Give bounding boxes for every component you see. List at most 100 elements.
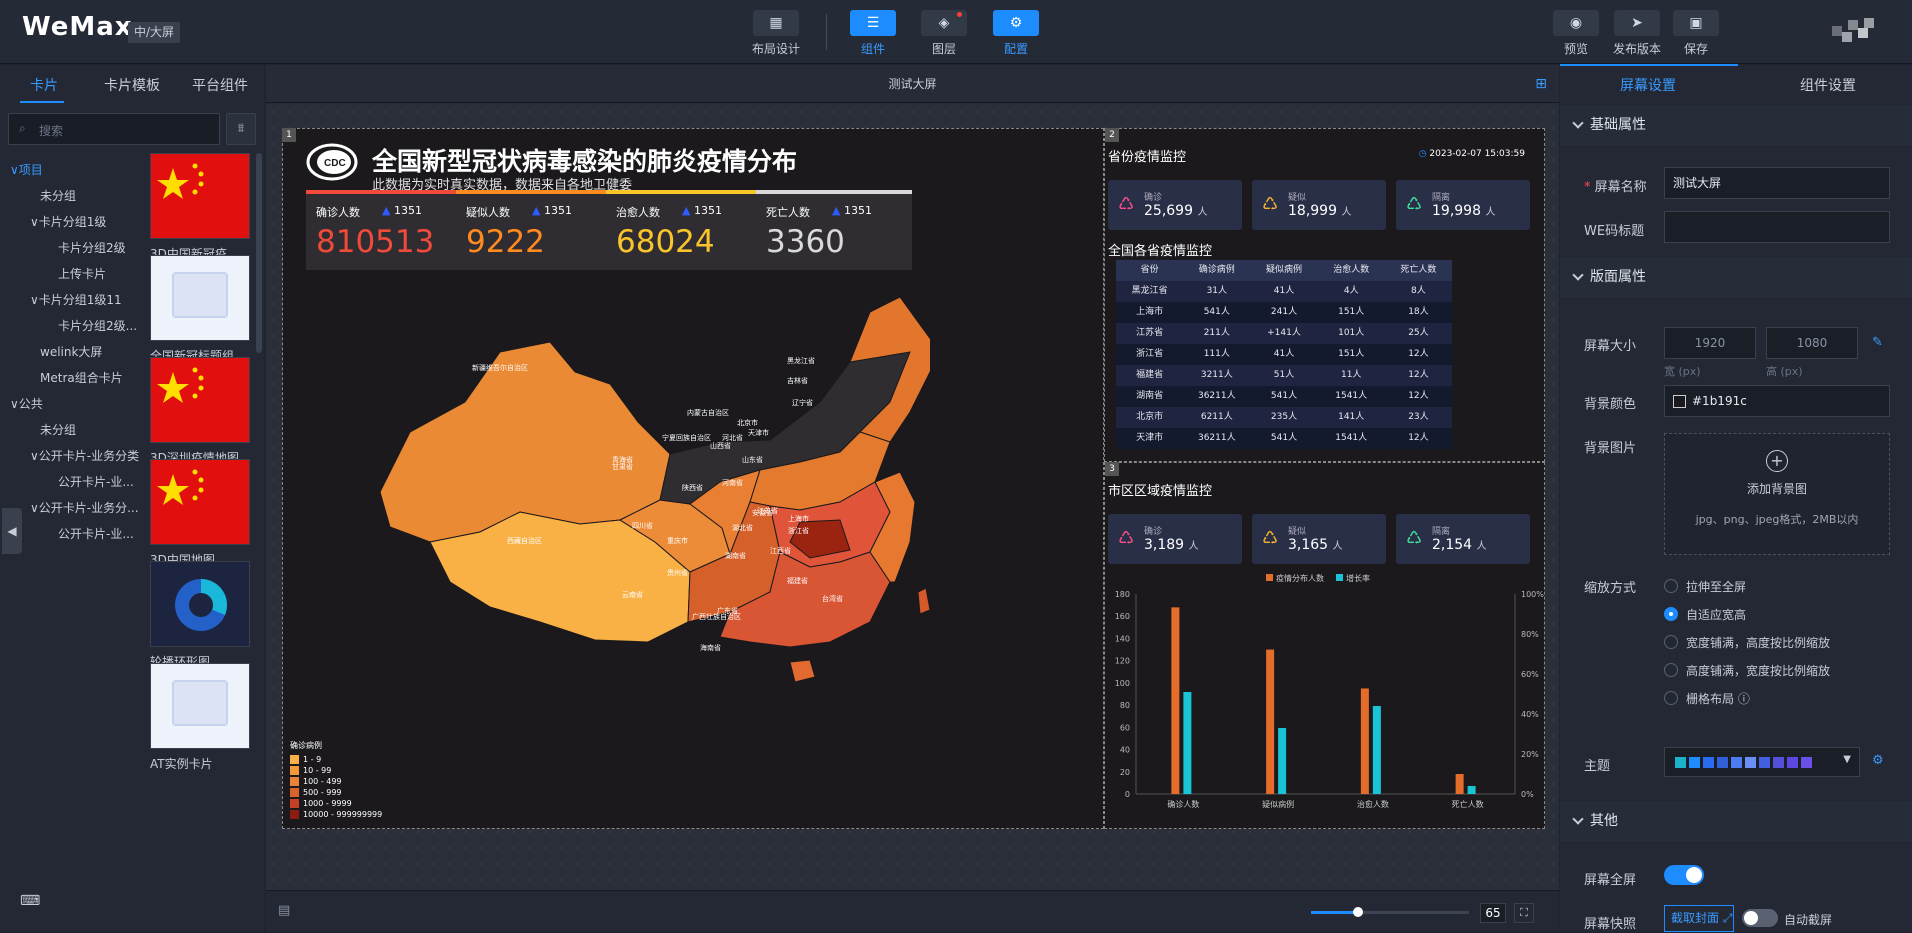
scale-option-label[interactable]: 栅格布局 ⓘ (1686, 690, 1750, 707)
scale-option-label[interactable]: 自适应宽高 (1686, 606, 1746, 623)
theme-swatch (1745, 757, 1756, 768)
tree-item[interactable]: 未分组 (40, 187, 76, 204)
tree-item[interactable]: ∨公共 (10, 395, 43, 412)
stat-card[interactable]: 确诊人数 ▲ 1351 810513 (306, 190, 462, 270)
notes-icon[interactable]: ▤ (278, 903, 290, 918)
china-epidemic-map[interactable] (370, 292, 930, 732)
section-layout-properties[interactable]: 版面属性 (1560, 257, 1912, 297)
tree-item[interactable]: ∨公开卡片-业务分类 (30, 447, 139, 464)
tree-item[interactable]: 未分组 (40, 421, 76, 438)
scale-radio[interactable] (1664, 607, 1678, 621)
zoom-input[interactable]: 65 (1480, 903, 1506, 923)
tab-platform-components[interactable]: 平台组件 (192, 75, 248, 95)
fullscreen-toggle[interactable] (1664, 865, 1704, 885)
scale-option-label[interactable]: 拉伸至全屏 (1686, 578, 1746, 595)
keyboard-icon[interactable]: ⌨ (20, 893, 40, 909)
tree-item[interactable]: ∨卡片分组1级11 (30, 291, 122, 308)
config-button[interactable]: ⚙ 配置 (986, 10, 1046, 58)
table-row: 北京市 6211人 235人 141人 23人 (1116, 407, 1452, 428)
screen-name-input[interactable]: 测试大屏 (1664, 167, 1890, 199)
zoom-slider[interactable] (1311, 907, 1469, 917)
stat-value: 68024 (616, 224, 715, 260)
bar (1171, 607, 1180, 794)
card-item[interactable]: 轮播环形图 (150, 561, 250, 670)
bar (1372, 706, 1381, 794)
we-title-input[interactable] (1664, 211, 1890, 243)
height-input[interactable]: 1080 (1766, 327, 1858, 359)
tree-item[interactable]: 公开卡片-业... (58, 525, 134, 542)
tree-item[interactable]: 公开卡片-业... (58, 473, 134, 490)
card-item[interactable]: 3D深圳疫情地图 (150, 357, 250, 466)
search-input[interactable]: ⌕ 搜索 (8, 113, 220, 145)
help-icon[interactable]: ⓘ (1734, 692, 1750, 706)
layout-design-button[interactable]: ▦ 布局设计 (746, 10, 806, 58)
fullscreen-icon[interactable]: ⛶ (1514, 903, 1534, 923)
section-other[interactable]: 其他 (1560, 801, 1912, 841)
scale-radio[interactable] (1664, 635, 1678, 649)
card-list-scrollbar[interactable] (256, 153, 262, 353)
dashboard-canvas[interactable]: 1 CDC 全国新型冠状病毒感染的肺炎疫情分布 此数据为实时真实数据，数据来自各… (282, 128, 1545, 829)
preview-button[interactable]: ◉ 预览 (1546, 10, 1606, 58)
flag-icon (157, 469, 204, 505)
tree-item[interactable]: 卡片分组2级 (58, 239, 126, 256)
tree-item[interactable]: Metra组合卡片 (40, 369, 123, 386)
save-button[interactable]: ▣ 保存 (1666, 10, 1726, 58)
grid-view-icon[interactable]: ⊞ (1535, 76, 1547, 92)
scale-option-label[interactable]: 宽度铺满，高度按比例缩放 (1686, 634, 1830, 651)
theme-swatch (1675, 757, 1686, 768)
kpi-label: 隔离 (1432, 527, 1451, 537)
lung-icon: ♺ (1118, 528, 1135, 549)
layers-button[interactable]: ◈ 图层 (914, 10, 974, 58)
properties-panel: 屏幕设置 组件设置 基础属性 * 屏幕名称 测试大屏 WE码标题 版面属性 屏幕… (1560, 64, 1912, 932)
tree-item[interactable]: 上传卡片 (58, 265, 106, 282)
section-basic-properties[interactable]: 基础属性 (1560, 105, 1912, 145)
send-icon: ➤ (1614, 10, 1660, 36)
table-cell: 天津市 (1136, 433, 1164, 443)
tab-screen-settings[interactable]: 屏幕设置 (1620, 75, 1676, 95)
tree-item[interactable]: welink大屏 (40, 343, 102, 360)
collapse-panel-button[interactable]: ◀ (2, 508, 22, 554)
card-item[interactable]: 3D中国新冠疫... (150, 153, 250, 262)
scale-radio[interactable] (1664, 579, 1678, 593)
tree-item[interactable]: ∨项目 (10, 161, 43, 178)
theme-select[interactable]: ▼ (1664, 747, 1860, 777)
zoom-slider-handle[interactable] (1353, 907, 1364, 917)
capture-cover-button[interactable]: 截取封面 ⤢ (1664, 905, 1734, 932)
tab-cards[interactable]: 卡片 (30, 75, 58, 95)
bg-image-upload[interactable]: + 添加背景图 jpg、png、jpeg格式，2MB以内 (1664, 433, 1890, 555)
y-tick-label: 60 (1120, 723, 1130, 732)
tree-item[interactable]: ∨公开卡片-业务分... (30, 499, 139, 516)
table-cell: 3211人 (1200, 370, 1233, 380)
auto-capture-toggle[interactable] (1742, 909, 1778, 927)
edit-icon[interactable]: ✎ (1872, 335, 1883, 350)
tab-component-settings[interactable]: 组件设置 (1800, 75, 1856, 95)
theme-settings-icon[interactable]: ⚙ (1872, 753, 1884, 768)
publish-button[interactable]: ➤ 发布版本 (1606, 10, 1668, 58)
stat-card[interactable]: 疑似人数 ▲ 1351 9222 (456, 190, 612, 270)
flag-icon (157, 367, 204, 403)
chevron-down-icon: ▼ (1843, 754, 1851, 765)
map-legend-item: 100 - 499 (290, 776, 382, 787)
filter-button[interactable]: ⩩ (226, 113, 256, 145)
tree-item[interactable]: 卡片分组2级... (58, 317, 137, 334)
component-button[interactable]: ☰ 组件 (843, 10, 903, 58)
tree-item[interactable]: ∨卡片分组1级 (30, 213, 106, 230)
map-legend-item: 10000 - 999999999 (290, 809, 382, 820)
kpi-value: 25,699 人 (1144, 203, 1208, 219)
avatar[interactable] (1832, 18, 1876, 44)
stat-card[interactable]: 死亡人数 ▲ 1351 3360 (756, 190, 912, 270)
card-item[interactable]: AT实例卡片 (150, 663, 250, 772)
scale-radio[interactable] (1664, 663, 1678, 677)
scale-option-label[interactable]: 高度铺满，宽度按比例缩放 (1686, 662, 1830, 679)
map-label: 山西省 (710, 442, 731, 450)
stat-card[interactable]: 治愈人数 ▲ 1351 68024 (606, 190, 762, 270)
legend-label: 10000 - 999999999 (303, 810, 383, 819)
snapshot-label: 屏幕快照 (1584, 917, 1637, 932)
map-label: 西藏自治区 (507, 537, 542, 545)
tab-card-templates[interactable]: 卡片模板 (104, 75, 160, 95)
card-item[interactable]: 3D中国地图 (150, 459, 250, 568)
width-input[interactable]: 1920 (1664, 327, 1756, 359)
card-item[interactable]: 全国新冠标题组... (150, 255, 250, 364)
bg-color-input[interactable]: #1b191c (1664, 385, 1890, 417)
scale-radio[interactable] (1664, 691, 1678, 705)
